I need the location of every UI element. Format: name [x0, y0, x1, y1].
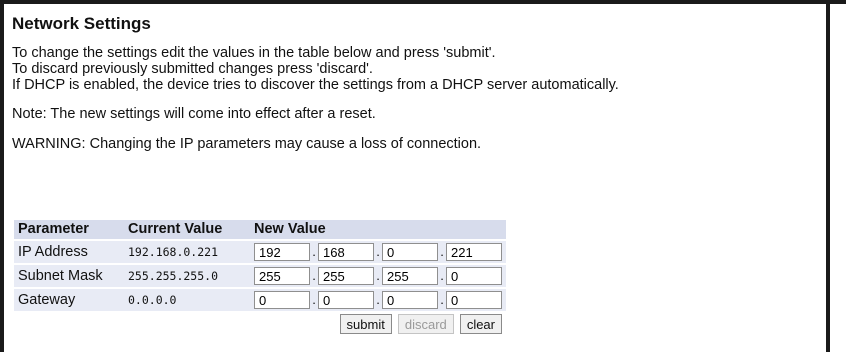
column-header-current-value: Current Value: [124, 220, 250, 239]
ip-address-octet-2-input[interactable]: [318, 243, 374, 261]
clear-button[interactable]: clear: [459, 314, 502, 334]
intro-line: To change the settings edit the values i…: [12, 45, 496, 61]
octet-separator: .: [376, 267, 380, 283]
gateway-label: Gateway: [14, 289, 124, 311]
octet-separator: .: [440, 267, 444, 283]
left-border: [0, 0, 4, 352]
top-border: [0, 0, 846, 4]
octet-separator: .: [440, 243, 444, 259]
gateway-octet-3-input[interactable]: [382, 291, 438, 309]
intro-text: To change the settings edit the values i…: [12, 45, 824, 93]
button-row: submit discard clear: [14, 313, 506, 335]
intro-line: If DHCP is enabled, the device tries to …: [12, 77, 619, 93]
subnet-mask-label: Subnet Mask: [14, 265, 124, 287]
ip-address-current-value: 192.168.0.221: [124, 241, 250, 263]
discard-button[interactable]: discard: [397, 314, 454, 334]
table-row-gateway: Gateway 0.0.0.0 ...: [14, 289, 506, 311]
submit-button[interactable]: submit: [339, 314, 392, 334]
ip-address-new-value: ...: [250, 241, 506, 263]
octet-separator: .: [312, 291, 316, 307]
octet-separator: .: [312, 243, 316, 259]
column-header-parameter: Parameter: [14, 220, 124, 239]
octet-separator: .: [440, 291, 444, 307]
column-header-new-value: New Value: [250, 220, 506, 239]
subnet-mask-octet-3-input[interactable]: [382, 267, 438, 285]
subnet-mask-octet-1-input[interactable]: [254, 267, 310, 285]
gateway-octet-1-input[interactable]: [254, 291, 310, 309]
left-edge-marker: [0, 282, 3, 296]
intro-line: To discard previously submitted changes …: [12, 61, 373, 77]
subnet-mask-octet-2-input[interactable]: [318, 267, 374, 285]
button-cell: submit discard clear: [14, 313, 506, 335]
subnet-mask-octet-4-input[interactable]: [446, 267, 502, 285]
warning-text: WARNING: Changing the IP parameters may …: [12, 136, 482, 152]
table-row-ip-address: IP Address 192.168.0.221 ...: [14, 241, 506, 263]
page-title: Network Settings: [12, 14, 151, 33]
gateway-octet-2-input[interactable]: [318, 291, 374, 309]
ip-address-octet-3-input[interactable]: [382, 243, 438, 261]
octet-separator: .: [376, 291, 380, 307]
octet-separator: .: [376, 243, 380, 259]
right-border: [826, 0, 830, 352]
gateway-octet-4-input[interactable]: [446, 291, 502, 309]
subnet-mask-current-value: 255.255.255.0: [124, 265, 250, 287]
gateway-current-value: 0.0.0.0: [124, 289, 250, 311]
ip-address-label: IP Address: [14, 241, 124, 263]
table-header-row: Parameter Current Value New Value: [14, 220, 506, 239]
ip-address-octet-1-input[interactable]: [254, 243, 310, 261]
network-settings-panel: Network Settings To change the settings …: [12, 6, 824, 152]
gateway-new-value: ...: [250, 289, 506, 311]
table-row-subnet-mask: Subnet Mask 255.255.255.0 ...: [14, 265, 506, 287]
network-settings-table: Parameter Current Value New Value IP Add…: [14, 218, 506, 337]
ip-address-octet-4-input[interactable]: [446, 243, 502, 261]
octet-separator: .: [312, 267, 316, 283]
note-text: Note: The new settings will come into ef…: [12, 106, 376, 122]
subnet-mask-new-value: ...: [250, 265, 506, 287]
